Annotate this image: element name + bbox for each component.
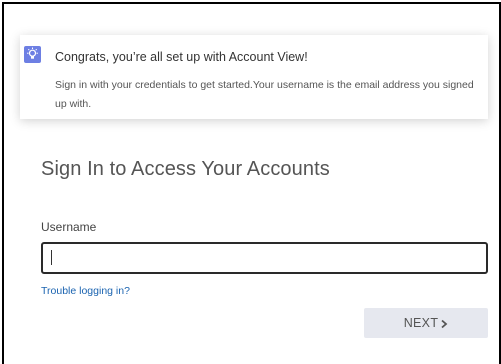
next-button[interactable]: NEXT <box>364 308 488 338</box>
login-panel: Congrats, you’re all set up with Account… <box>2 2 501 364</box>
page-title: Sign In to Access Your Accounts <box>41 158 330 180</box>
notice-title: Congrats, you’re all set up with Account… <box>55 50 308 64</box>
username-label: Username <box>41 220 97 234</box>
text-cursor <box>51 250 52 265</box>
chevron-right-icon <box>440 318 448 329</box>
lightbulb-icon <box>24 46 41 63</box>
notice-body: Sign in with your credentials to get sta… <box>55 79 474 110</box>
username-input[interactable] <box>41 242 488 274</box>
trouble-logging-in-link[interactable]: Trouble logging in? <box>41 285 130 297</box>
welcome-notice: Congrats, you’re all set up with Account… <box>20 35 488 119</box>
next-button-label: NEXT <box>403 316 439 330</box>
